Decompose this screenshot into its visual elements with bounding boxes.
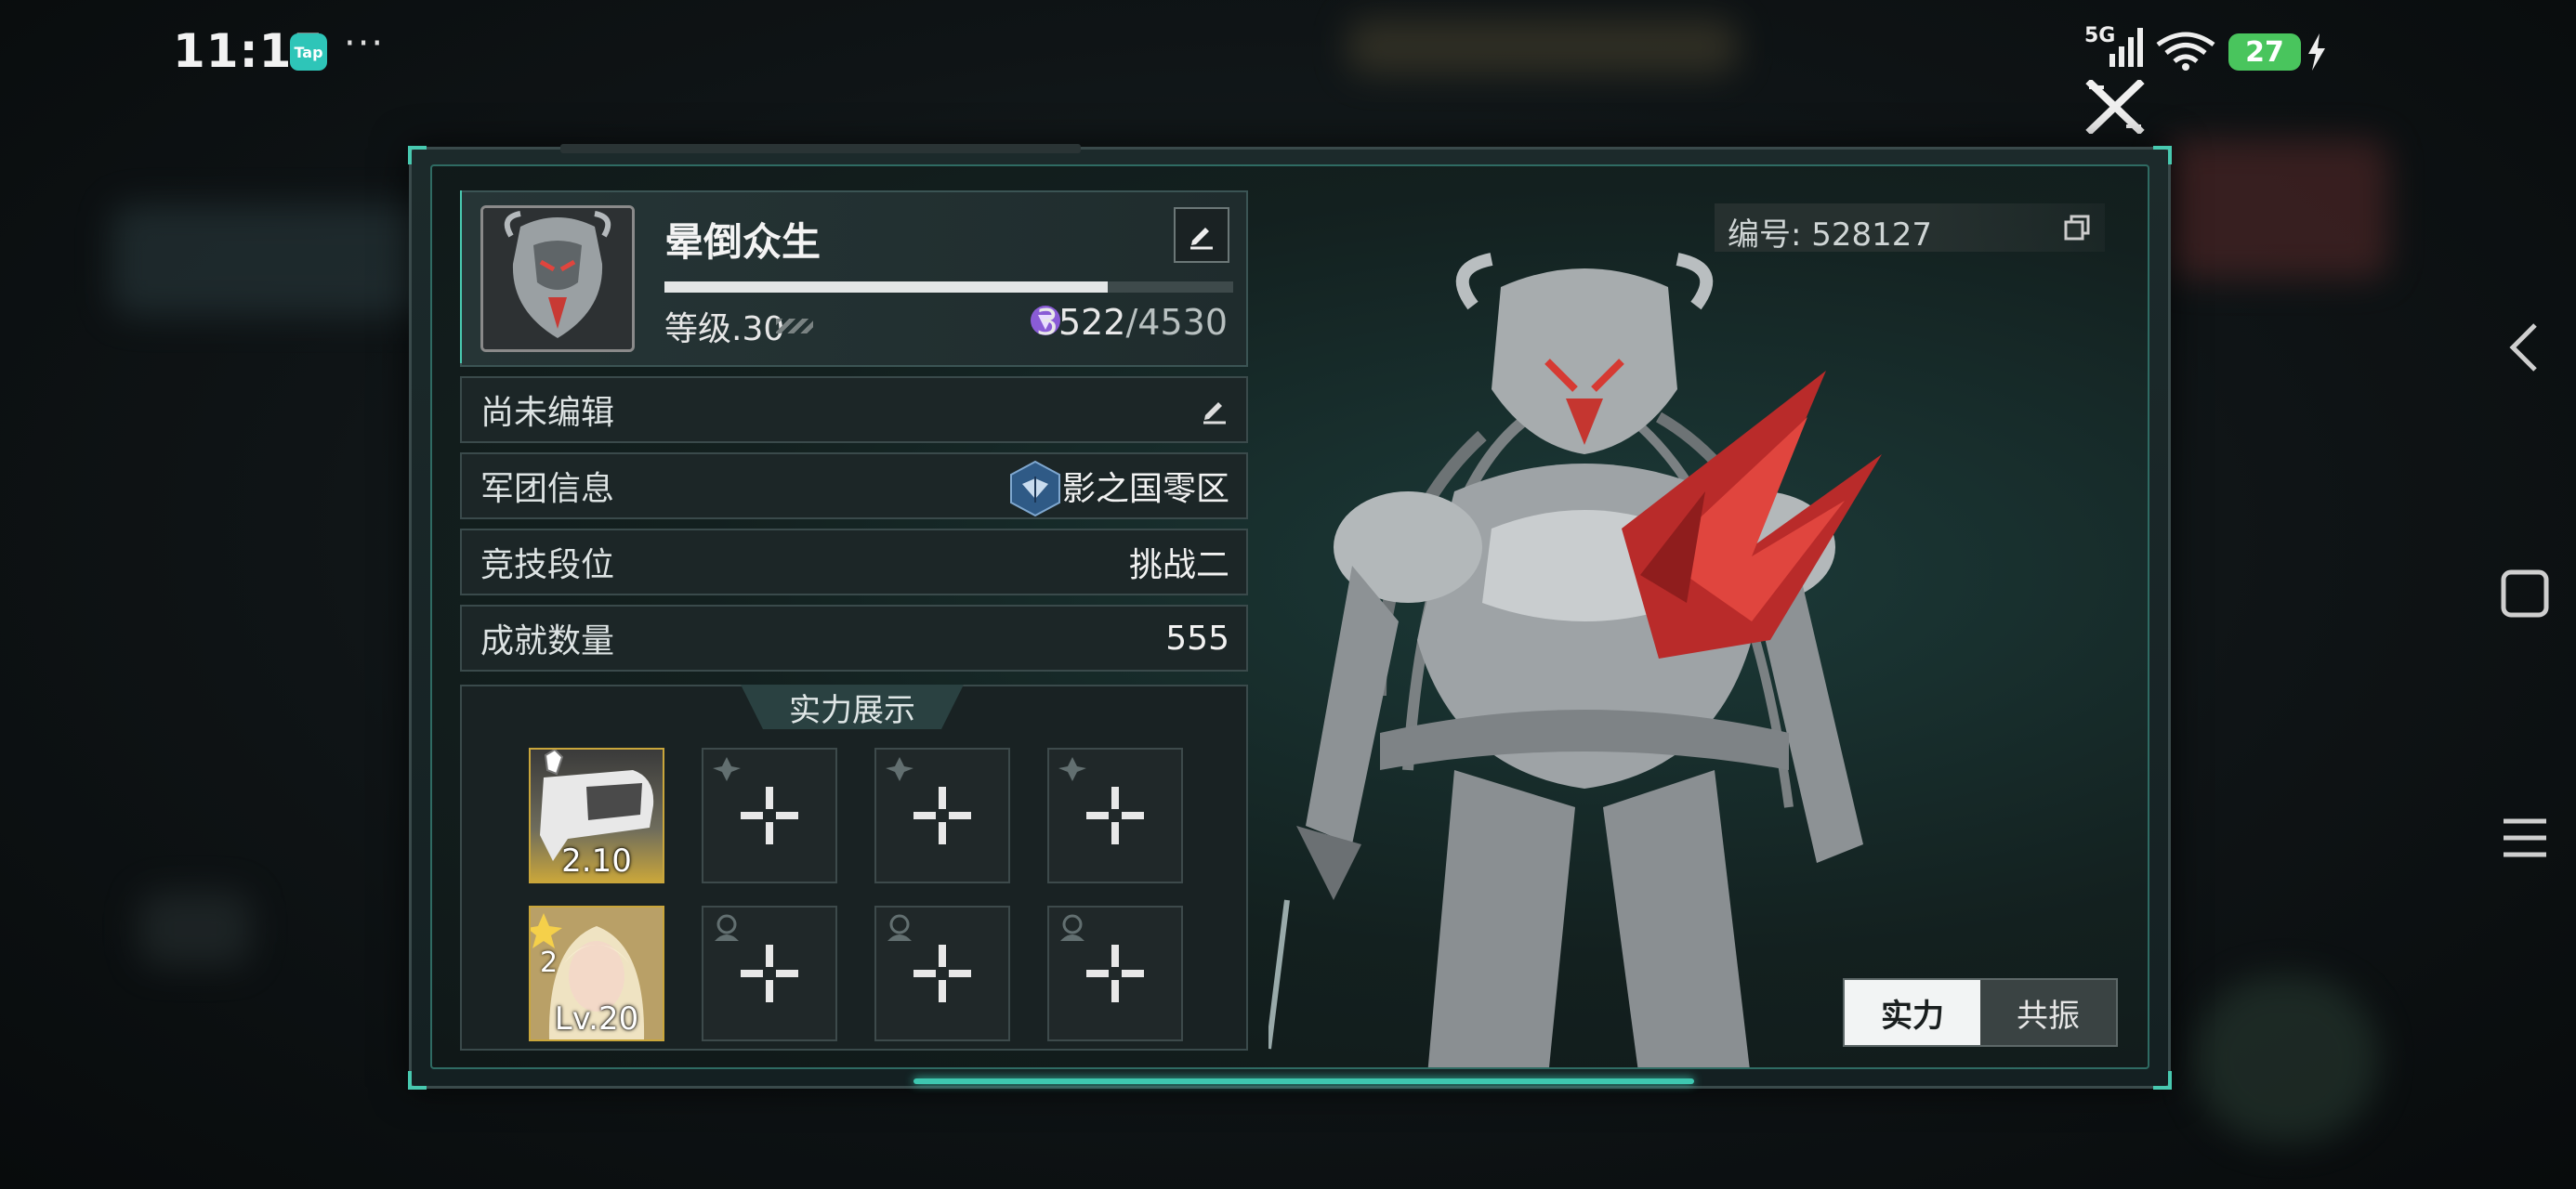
background-blur [2193,975,2379,1143]
wifi-icon [2156,32,2215,71]
resonance-tab[interactable]: 共振 [1980,980,2116,1045]
view-toggle: 实力 共振 [1843,978,2118,1047]
player-id-box: 编号: 528127 [1715,203,2105,254]
panel-corner [408,146,427,164]
panel-top-tab [560,144,1081,153]
profile-panel: 晕倒众生 等级.30 3522/4530 尚未编辑 军团信息 影之国零区 竞技段… [408,144,2172,1090]
weapon-slot-icon [713,757,741,781]
charging-icon [2308,33,2325,71]
rank-row[interactable]: 竞技段位 挑战二 [460,529,1248,595]
panel-corner [408,1071,427,1090]
rank-label: 竞技段位 [480,546,615,584]
level-stripes [776,319,813,333]
showcase-weapon-slot[interactable]: 2.10 [529,748,664,883]
xp-progress-fill [664,281,1109,293]
status-bar: 11:15 Tap ··· 5G 27 [0,0,2576,102]
left-column: 晕倒众生 等级.30 3522/4530 尚未编辑 军团信息 影之国零区 竞技段… [460,190,1248,1051]
panel-content: 晕倒众生 等级.30 3522/4530 尚未编辑 军团信息 影之国零区 竞技段… [430,164,2149,1069]
taptap-app-icon: Tap [290,33,327,71]
weapon-slot-icon [886,757,913,781]
showcase-title: 实力展示 [741,685,964,729]
level-label: 等级.30 [664,310,785,348]
empty-character-slot[interactable] [702,906,837,1041]
player-name: 晕倒众生 [664,219,821,265]
legion-row[interactable]: 军团信息 影之国零区 [460,452,1248,519]
empty-weapon-slot[interactable] [1047,748,1183,883]
back-icon[interactable] [2504,321,2546,373]
more-notifications-icon: ··· [344,22,386,65]
add-icon [913,787,971,844]
achievement-label: 成就数量 [480,622,615,660]
mech-character-illustration [1268,253,1882,1067]
character-star-count: 2 [540,947,559,979]
character-slot-icon [887,914,912,941]
panel-corner [2153,1071,2172,1090]
character-level: Lv.20 [554,1000,639,1038]
empty-weapon-slot[interactable] [702,748,837,883]
weapon-caption: 2.10 [561,843,632,880]
weapon-slot-icon [1058,757,1086,781]
avatar-mech-icon [483,208,632,349]
background-blur [139,892,251,966]
xp-current: 3522 [1035,302,1126,343]
xp-progress-bar [664,281,1233,293]
add-icon [741,945,798,1002]
add-icon [1086,787,1144,844]
legion-emblem-icon [1010,460,1060,517]
edit-name-button[interactable] [1174,207,1229,263]
empty-character-slot[interactable] [1047,906,1183,1041]
background-blur [2165,139,2388,279]
xp-total: /4530 [1125,302,1228,343]
achievement-row[interactable]: 成就数量 555 [460,605,1248,672]
copy-icon[interactable] [2062,213,2092,242]
legion-label: 军团信息 [480,470,615,508]
power-showcase: 实力展示 2.10 2 Lv.20 [460,685,1248,1051]
add-icon [1086,945,1144,1002]
pencil-icon[interactable] [1200,395,1229,425]
panel-accent-bar [913,1078,1694,1084]
legion-value: 影之国零区 [1061,470,1229,508]
character-slot-icon [1060,914,1084,941]
panel-corner [2153,146,2172,164]
signature-label: 尚未编辑 [480,394,615,432]
showcase-character-slot[interactable]: 2 Lv.20 [527,906,664,1041]
empty-weapon-slot[interactable] [874,748,1010,883]
xp-count: 3522/4530 [1036,302,1228,343]
battery-indicator: 27 [2228,33,2301,71]
signature-row[interactable]: 尚未编辑 [460,376,1248,443]
add-icon [741,787,798,844]
profile-card: 晕倒众生 等级.30 3522/4530 [460,190,1248,367]
add-icon [913,945,971,1002]
close-icon[interactable] [2085,80,2145,134]
rank-value: 挑战二 [1128,546,1229,584]
achievement-value: 555 [1165,619,1229,658]
pencil-icon [1190,228,1213,250]
player-id: 编号: 528127 [1728,216,1933,254]
menu-icon[interactable] [2500,814,2550,862]
strength-tab[interactable]: 实力 [1845,980,1980,1045]
character-slot-icon [715,914,739,941]
home-icon[interactable] [2500,568,2550,619]
signal-icon [2109,28,2143,67]
empty-character-slot[interactable] [874,906,1010,1041]
avatar[interactable] [480,205,635,352]
